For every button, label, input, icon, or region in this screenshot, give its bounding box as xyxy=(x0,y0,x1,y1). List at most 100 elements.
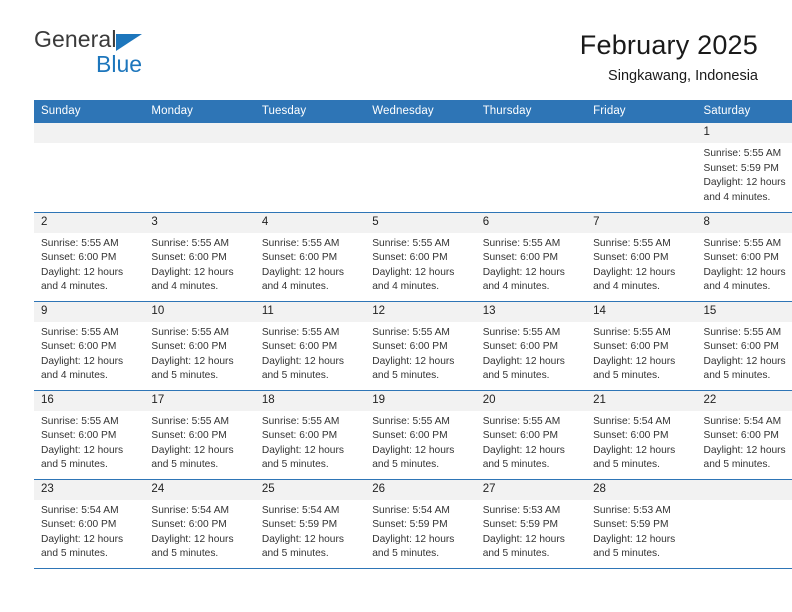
day-sun-info: Sunrise: 5:54 AM Sunset: 5:59 PM Daylight:… xyxy=(255,500,365,562)
daylight-duration-line2: and 5 minutes. xyxy=(372,370,440,382)
daylight-duration-line2: and 4 minutes. xyxy=(703,191,771,203)
day-cell-inner: 22 Sunrise: 5:54 AM Sunset: 6:00 PM Dayligh… xyxy=(696,390,792,479)
daylight-duration-line2: and 4 minutes. xyxy=(593,281,660,293)
day-number: 15 xyxy=(696,301,792,322)
day-cell-inner: 24 Sunrise: 5:54 AM Sunset: 6:00 PM Dayligh… xyxy=(144,479,255,568)
calendar-day-cell[interactable]: 23 Sunrise: 5:54 AM Sunset: 6:00 PM Dayligh… xyxy=(34,479,145,569)
day-number: 17 xyxy=(144,390,255,411)
general-blue-logo[interactable]: General Blue xyxy=(34,28,184,84)
calendar-day-cell[interactable]: 9 Sunrise: 5:55 AM Sunset: 6:00 PM Daylight… xyxy=(34,301,145,391)
calendar-day-cell[interactable]: 28 Sunrise: 5:53 AM Sunset: 5:59 PM Dayligh… xyxy=(586,479,697,569)
day-number: 28 xyxy=(586,479,697,500)
calendar-day-cell[interactable]: 21 Sunrise: 5:54 AM Sunset: 6:00 PM Dayligh… xyxy=(586,390,697,480)
calendar-day-cell[interactable]: 25 Sunrise: 5:54 AM Sunset: 5:59 PM Dayligh… xyxy=(254,479,366,569)
day-sun-info: Sunrise: 5:55 AM Sunset: 6:00 PM Daylight:… xyxy=(144,322,254,384)
daylight-duration-line1: Daylight: 12 hours xyxy=(151,533,234,545)
day-cell-inner: 2 Sunrise: 5:55 AM Sunset: 6:00 PM Daylight… xyxy=(34,212,145,301)
sunrise-time: Sunrise: 5:53 AM xyxy=(482,504,561,516)
calendar-day-cell[interactable]: 11 Sunrise: 5:55 AM Sunset: 6:00 PM Dayligh… xyxy=(254,301,366,391)
sunset-time: Sunset: 6:00 PM xyxy=(703,341,779,353)
sunrise-time: Sunrise: 5:55 AM xyxy=(261,415,340,427)
day-cell-inner: 4 Sunrise: 5:55 AM Sunset: 6:00 PM Daylight… xyxy=(254,212,366,301)
calendar-day-cell[interactable]: 3 Sunrise: 5:55 AM Sunset: 6:00 PM Daylight… xyxy=(144,212,255,302)
day-sun-info: Sunrise: 5:55 AM Sunset: 6:00 PM Daylight:… xyxy=(255,233,365,295)
calendar-day-cell[interactable]: 27 Sunrise: 5:53 AM Sunset: 5:59 PM Dayligh… xyxy=(475,479,587,569)
calendar-day-cell[interactable]: 7 Sunrise: 5:55 AM Sunset: 6:00 PM Daylight… xyxy=(586,212,697,302)
day-sun-info: Sunrise: 5:53 AM Sunset: 5:59 PM Daylight:… xyxy=(586,500,696,562)
sunrise-time: Sunrise: 5:55 AM xyxy=(41,326,119,338)
daylight-duration-line1: Daylight: 12 hours xyxy=(261,355,344,367)
calendar-day-cell[interactable]: 15 Sunrise: 5:55 AM Sunset: 6:00 PM Dayligh… xyxy=(696,301,792,391)
daylight-duration-line2: and 5 minutes. xyxy=(703,459,771,471)
calendar-day-cell[interactable]: 18 Sunrise: 5:55 AM Sunset: 6:00 PM Dayligh… xyxy=(254,390,366,480)
sunrise-time: Sunrise: 5:55 AM xyxy=(372,326,450,338)
weekday-header-tuesday: Tuesday xyxy=(254,100,366,123)
sunset-time: Sunset: 6:00 PM xyxy=(41,430,117,442)
day-cell-inner: 10 Sunrise: 5:55 AM Sunset: 6:00 PM Dayligh… xyxy=(144,301,255,390)
calendar-day-cell[interactable]: 14 Sunrise: 5:55 AM Sunset: 6:00 PM Dayligh… xyxy=(586,301,697,391)
day-sun-info: Sunrise: 5:55 AM Sunset: 6:00 PM Daylight:… xyxy=(365,233,475,295)
daylight-duration-line1: Daylight: 12 hours xyxy=(261,533,344,545)
daylight-duration-line1: Daylight: 12 hours xyxy=(41,266,124,278)
calendar-day-cell[interactable]: 19 Sunrise: 5:55 AM Sunset: 6:00 PM Dayligh… xyxy=(365,390,476,480)
daylight-duration-line2: and 5 minutes. xyxy=(593,548,660,560)
calendar-day-cell-empty xyxy=(696,479,792,569)
calendar-day-cell-empty xyxy=(365,123,476,213)
calendar-day-cell[interactable]: 2 Sunrise: 5:55 AM Sunset: 6:00 PM Daylight… xyxy=(34,212,145,302)
day-sun-info: Sunrise: 5:55 AM Sunset: 6:00 PM Daylight:… xyxy=(144,233,254,295)
sunset-time: Sunset: 6:00 PM xyxy=(593,430,669,442)
daylight-duration-line2: and 5 minutes. xyxy=(41,459,108,471)
daylight-duration-line1: Daylight: 12 hours xyxy=(703,177,786,189)
day-sun-info: Sunrise: 5:55 AM Sunset: 6:00 PM Daylight:… xyxy=(697,322,792,384)
calendar-day-cell[interactable]: 24 Sunrise: 5:54 AM Sunset: 6:00 PM Dayligh… xyxy=(144,479,255,569)
calendar-day-cell[interactable]: 17 Sunrise: 5:55 AM Sunset: 6:00 PM Dayligh… xyxy=(144,390,255,480)
sunset-time: Sunset: 5:59 PM xyxy=(703,162,779,174)
day-cell-inner: 28 Sunrise: 5:53 AM Sunset: 5:59 PM Dayligh… xyxy=(586,479,697,568)
daylight-duration-line2: and 4 minutes. xyxy=(41,370,108,382)
sunset-time: Sunset: 6:00 PM xyxy=(372,341,448,353)
calendar-week-row: 1 Sunrise: 5:55 AM Sunset: 5:59 PM Daylight… xyxy=(34,123,792,213)
daylight-duration-line2: and 4 minutes. xyxy=(41,281,108,293)
calendar-day-cell[interactable]: 5 Sunrise: 5:55 AM Sunset: 6:00 PM Daylight… xyxy=(365,212,476,302)
daylight-duration-line2: and 4 minutes. xyxy=(372,281,440,293)
calendar-day-cell[interactable]: 16 Sunrise: 5:55 AM Sunset: 6:00 PM Dayligh… xyxy=(34,390,145,480)
calendar-day-cell[interactable]: 6 Sunrise: 5:55 AM Sunset: 6:00 PM Daylight… xyxy=(475,212,587,302)
daylight-duration-line1: Daylight: 12 hours xyxy=(41,355,124,367)
calendar-day-cell[interactable]: 12 Sunrise: 5:55 AM Sunset: 6:00 PM Dayligh… xyxy=(365,301,476,391)
daylight-duration-line1: Daylight: 12 hours xyxy=(372,444,455,456)
weekday-header-sunday: Sunday xyxy=(34,100,145,123)
day-number: 9 xyxy=(34,301,145,322)
calendar-day-cell[interactable]: 20 Sunrise: 5:55 AM Sunset: 6:00 PM Dayligh… xyxy=(475,390,587,480)
calendar-day-cell[interactable]: 13 Sunrise: 5:55 AM Sunset: 6:00 PM Dayligh… xyxy=(475,301,587,391)
sunset-time: Sunset: 6:00 PM xyxy=(482,341,559,353)
calendar-day-cell[interactable]: 8 Sunrise: 5:55 AM Sunset: 6:00 PM Daylight… xyxy=(696,212,792,302)
sunset-time: Sunset: 6:00 PM xyxy=(151,430,227,442)
daylight-duration-line1: Daylight: 12 hours xyxy=(41,444,124,456)
sunrise-time: Sunrise: 5:55 AM xyxy=(593,237,671,249)
calendar-day-cell[interactable]: 22 Sunrise: 5:54 AM Sunset: 6:00 PM Dayligh… xyxy=(696,390,792,480)
daylight-duration-line1: Daylight: 12 hours xyxy=(593,355,676,367)
daylight-duration-line2: and 5 minutes. xyxy=(593,370,660,382)
day-number: 18 xyxy=(254,390,366,411)
day-number xyxy=(34,123,145,144)
daylight-duration-line1: Daylight: 12 hours xyxy=(703,444,786,456)
location-subtitle: Singkawang, Indonesia xyxy=(608,68,758,85)
day-sun-info: Sunrise: 5:54 AM Sunset: 5:59 PM Daylight:… xyxy=(365,500,475,562)
daylight-duration-line2: and 5 minutes. xyxy=(261,459,329,471)
daylight-duration-line1: Daylight: 12 hours xyxy=(703,266,786,278)
day-number: 8 xyxy=(696,212,792,233)
day-sun-info: Sunrise: 5:55 AM Sunset: 6:00 PM Daylight:… xyxy=(365,322,475,384)
daylight-duration-line1: Daylight: 12 hours xyxy=(482,266,565,278)
calendar-day-cell[interactable]: 1 Sunrise: 5:55 AM Sunset: 5:59 PM Daylight… xyxy=(696,123,792,213)
calendar-day-cell[interactable]: 10 Sunrise: 5:55 AM Sunset: 6:00 PM Dayligh… xyxy=(144,301,255,391)
day-cell-inner: 27 Sunrise: 5:53 AM Sunset: 5:59 PM Dayligh… xyxy=(475,479,587,568)
calendar-day-cell[interactable]: 4 Sunrise: 5:55 AM Sunset: 6:00 PM Daylight… xyxy=(254,212,366,302)
day-number: 14 xyxy=(586,301,697,322)
day-cell-inner: 18 Sunrise: 5:55 AM Sunset: 6:00 PM Dayligh… xyxy=(254,390,366,479)
sunset-time: Sunset: 6:00 PM xyxy=(261,341,338,353)
sunset-time: Sunset: 6:00 PM xyxy=(372,430,448,442)
daylight-duration-line2: and 5 minutes. xyxy=(261,370,329,382)
calendar-day-cell[interactable]: 26 Sunrise: 5:54 AM Sunset: 5:59 PM Dayligh… xyxy=(365,479,476,569)
day-cell-inner xyxy=(365,123,476,212)
day-cell-inner: 6 Sunrise: 5:55 AM Sunset: 6:00 PM Daylight… xyxy=(475,212,587,301)
